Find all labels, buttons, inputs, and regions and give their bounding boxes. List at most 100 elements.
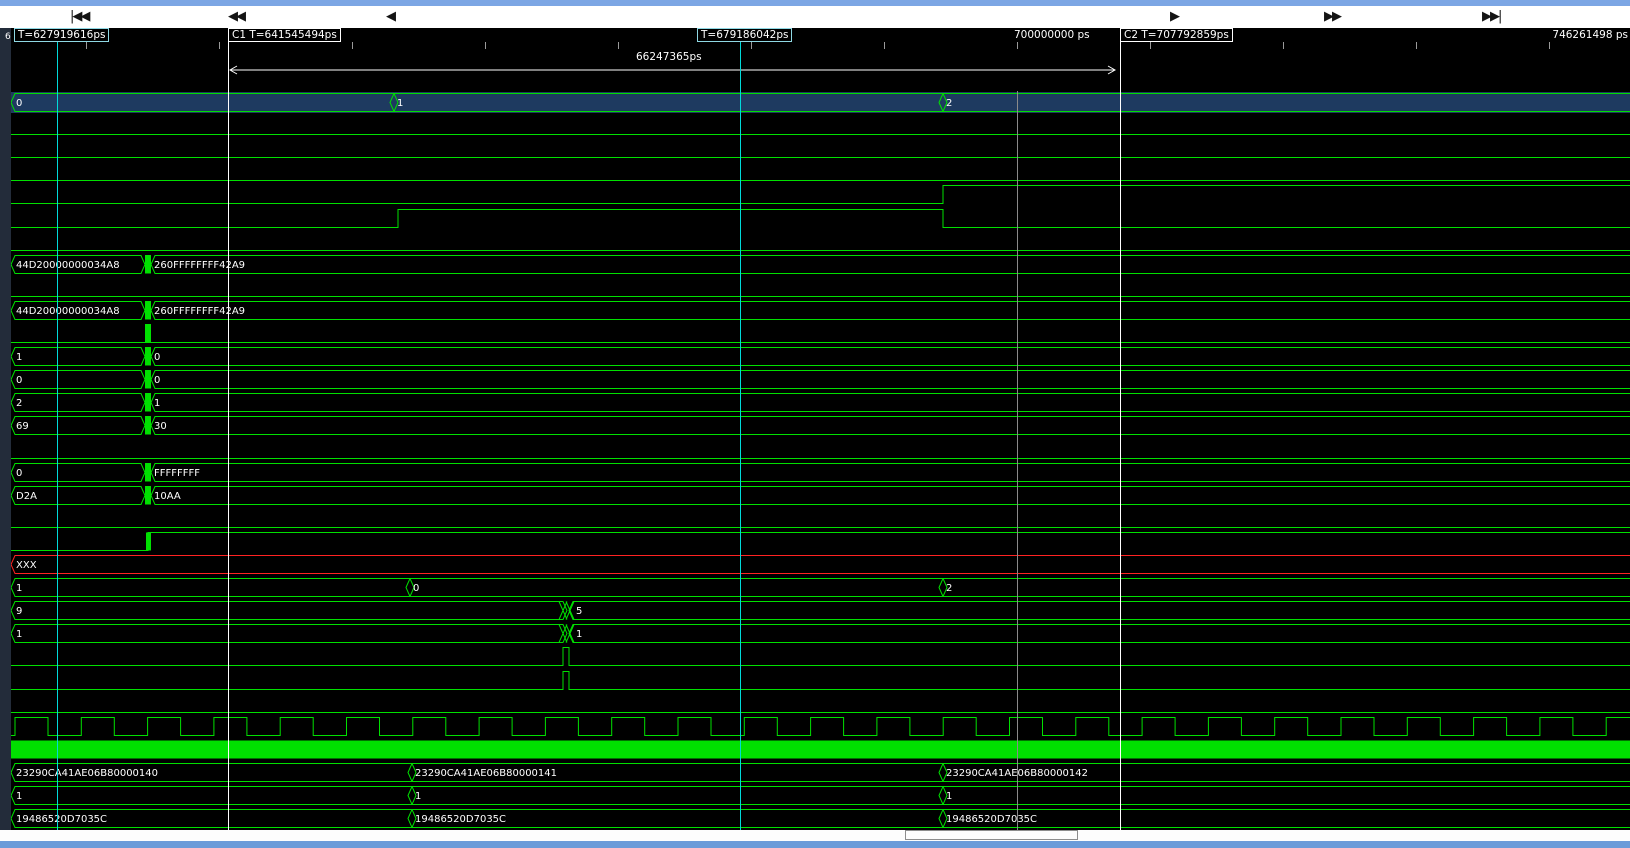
span-arrow-label: 66247365ps: [636, 51, 702, 63]
bus-value: 0: [413, 583, 419, 594]
bus-value: D2A: [16, 491, 37, 502]
grid-line-700000000: [1017, 91, 1018, 830]
ruler-tick: [751, 42, 752, 49]
bus-value: 2: [946, 583, 952, 594]
bus-value: FFFFFFFF: [154, 468, 200, 479]
bus-value: 1: [576, 629, 582, 640]
bus-value: 2: [946, 98, 952, 109]
signal-row-11[interactable]: 10: [11, 345, 1630, 368]
ruler-tick: [1549, 42, 1550, 49]
signal-row-2[interactable]: [11, 137, 1630, 160]
baseline-cursor-box[interactable]: T=627919616ps: [14, 28, 109, 42]
signal-row-20[interactable]: XXX: [11, 553, 1630, 576]
ruler-tick: [1283, 42, 1284, 49]
signal-row-9[interactable]: 44D20000000034A8260FFFFFFFF42A9: [11, 299, 1630, 322]
signal-row-7[interactable]: 44D20000000034A8 260FFFFFFFF42A9: [11, 253, 1630, 276]
bus-value: 19486520D7035C: [16, 814, 107, 825]
bus-value: 0: [16, 468, 22, 479]
bus-value: 1: [16, 791, 22, 802]
bus-value: 5: [576, 606, 582, 617]
bus-value: 1: [16, 583, 22, 594]
clipped-timestamp-label: 6: [5, 32, 11, 42]
signal-row-28[interactable]: [11, 738, 1630, 761]
bus-value: 44D20000000034A8: [16, 260, 120, 271]
ruler-tick: [352, 42, 353, 49]
signal-row-29[interactable]: 23290CA41AE06B8000014023290CA41AE06B8000…: [11, 761, 1630, 784]
waveform-viewer-window: |◀◀◀◀◀▶▶▶▶▶| 66247365ps700000000 ps74626…: [0, 0, 1630, 848]
marker-c2-line[interactable]: [1120, 40, 1121, 830]
bus-value: 23290CA41AE06B80000140: [16, 768, 158, 779]
primary-cursor-line[interactable]: [740, 40, 741, 830]
bus-value: 1: [154, 398, 160, 409]
ruler-tick: [485, 42, 486, 49]
bus-value: 0: [154, 375, 160, 386]
bus-value: 0: [16, 375, 22, 386]
bus-value: 0: [16, 98, 22, 109]
signal-row-21[interactable]: 1 0 2: [11, 576, 1630, 599]
ruler-tick: [1416, 42, 1417, 49]
bus-value: 1: [946, 791, 952, 802]
signal-row-16[interactable]: 0 FFFFFFFF: [11, 461, 1630, 484]
signal-row-8[interactable]: [11, 276, 1630, 299]
bus-value: 1: [397, 98, 403, 109]
signal-row-23[interactable]: 11: [11, 622, 1630, 645]
wave-area: 66247365ps700000000 ps746261498 ps601244…: [0, 28, 1630, 830]
step-backward-button[interactable]: ◀: [386, 8, 394, 26]
signal-row-24[interactable]: [11, 645, 1630, 668]
bus-value: 0: [154, 352, 160, 363]
bus-value: 2: [16, 398, 22, 409]
marker-c1-box[interactable]: C1 T=641545494ps: [228, 28, 341, 42]
signal-row-31[interactable]: 19486520D7035C 19486520D7035C 19486520D703…: [11, 807, 1630, 830]
fast-forward-button[interactable]: ▶▶: [1324, 8, 1340, 26]
signal-row-3[interactable]: [11, 160, 1630, 183]
baseline-cursor-line[interactable]: [57, 40, 58, 830]
marker-c1-line[interactable]: [228, 40, 229, 830]
signal-row-27[interactable]: [11, 715, 1630, 738]
horizontal-scrollbar[interactable]: [0, 830, 1630, 841]
ruler-tick: [618, 42, 619, 49]
bus-value: 69: [16, 421, 29, 432]
signal-row-22[interactable]: 95: [11, 599, 1630, 622]
ruler-tick: [86, 42, 87, 49]
signal-row-14[interactable]: 6930: [11, 414, 1630, 437]
skip-to-end-icon: ▶▶|: [1482, 9, 1500, 24]
marker-span-arrow: [229, 61, 1116, 80]
step-forward-icon: ▶: [1170, 9, 1178, 24]
bus-value: 1: [415, 791, 421, 802]
scrollbar-thumb[interactable]: [905, 830, 1078, 840]
signal-row-12[interactable]: 00: [11, 368, 1630, 391]
marker-c2-box[interactable]: C2 T=707792859ps: [1120, 28, 1233, 42]
signal-row-6[interactable]: [11, 230, 1630, 253]
bus-value: 19486520D7035C: [946, 814, 1037, 825]
bus-value: 260FFFFFFFF42A9: [154, 306, 245, 317]
primary-cursor-box[interactable]: T=679186042ps: [697, 28, 792, 42]
signal-row-4[interactable]: [11, 183, 1630, 206]
signal-row-25[interactable]: [11, 669, 1630, 692]
bus-value: 19486520D7035C: [415, 814, 506, 825]
fast-backward-icon: ◀◀: [228, 9, 244, 24]
signal-row-5[interactable]: [11, 207, 1630, 230]
signal-row-13[interactable]: 21: [11, 391, 1630, 414]
bus-value: XXX: [16, 560, 37, 571]
signal-row-15[interactable]: [11, 438, 1630, 461]
bus-value: 9: [16, 606, 22, 617]
jump-to-end-button[interactable]: ▶▶|: [1482, 8, 1500, 26]
signal-row-0[interactable]: 0 1 2: [11, 91, 1630, 114]
signal-row-10[interactable]: [11, 322, 1630, 345]
jump-to-start-button[interactable]: |◀◀: [70, 8, 88, 26]
signal-row-1[interactable]: [11, 114, 1630, 137]
fast-forward-icon: ▶▶: [1324, 9, 1340, 24]
skip-to-start-icon: |◀◀: [70, 9, 88, 24]
timestamp-right-edge: 746261498 ps: [1552, 29, 1628, 41]
ruler-tick: [1017, 42, 1018, 49]
signal-row-30[interactable]: 1 1 1: [11, 784, 1630, 807]
bus-value: 260FFFFFFFF42A9: [154, 260, 245, 271]
step-backward-icon: ◀: [386, 9, 394, 24]
step-forward-button[interactable]: ▶: [1170, 8, 1178, 26]
fast-backward-button[interactable]: ◀◀: [228, 8, 244, 26]
signal-row-19[interactable]: [11, 530, 1630, 553]
signal-row-17[interactable]: D2A10AA: [11, 484, 1630, 507]
signal-row-26[interactable]: [11, 692, 1630, 715]
bus-value: 1: [16, 352, 22, 363]
signal-row-18[interactable]: [11, 507, 1630, 530]
